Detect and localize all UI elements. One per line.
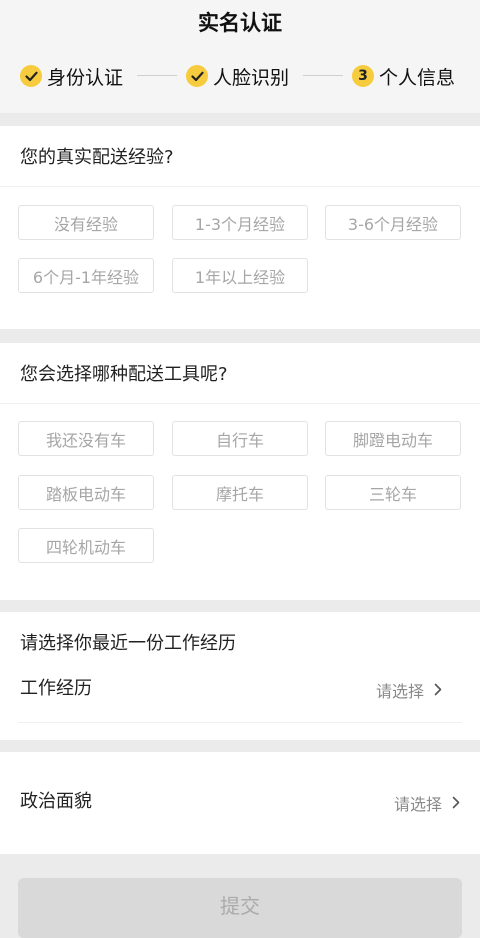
step-connector (303, 75, 343, 76)
vehicle-option[interactable]: 脚蹬电动车 (325, 421, 461, 456)
step-personal-info: 3 个人信息 (352, 60, 455, 92)
work-history-label: 工作经历 (20, 678, 92, 699)
experience-card: 您的真实配送经验? 没有经验 1-3个月经验 3-6个月经验 6个月-1年经验 … (0, 126, 480, 329)
experience-option[interactable]: 3-6个月经验 (325, 205, 461, 240)
divider (0, 186, 480, 187)
chevron-right-icon (434, 681, 442, 700)
step-connector (137, 75, 177, 76)
step-identity: 身份认证 (20, 60, 123, 92)
experience-question: 您的真实配送经验? (20, 147, 174, 168)
political-status-row[interactable]: 政治面貌 请选择 (0, 777, 480, 827)
vehicle-option[interactable]: 我还没有车 (18, 421, 154, 456)
divider (0, 403, 480, 404)
political-status-select[interactable]: 请选择 (394, 791, 460, 815)
vehicle-option[interactable]: 四轮机动车 (18, 528, 154, 563)
check-icon (186, 65, 208, 87)
step-label: 人脸识别 (213, 66, 290, 89)
step-label: 身份认证 (47, 66, 124, 89)
progress-steps: 身份认证 人脸识别 3 个人信息 (0, 60, 480, 92)
political-status-value: 请选择 (393, 795, 442, 814)
experience-option[interactable]: 没有经验 (18, 205, 154, 240)
work-history-row[interactable]: 工作经历 请选择 (0, 670, 480, 720)
submit-button[interactable]: 提交 (18, 878, 462, 938)
header: 实名认证 身份认证 人脸识别 3 个人信息 (0, 0, 480, 113)
work-history-heading: 请选择你最近一份工作经历 (20, 633, 236, 654)
political-status-label: 政治面貌 (20, 791, 92, 812)
vehicle-option[interactable]: 自行车 (172, 421, 308, 456)
vehicle-card: 您会选择哪种配送工具呢? 我还没有车 自行车 脚蹬电动车 踏板电动车 摩托车 三… (0, 343, 480, 600)
vehicle-option[interactable]: 踏板电动车 (18, 475, 154, 510)
chevron-right-icon (452, 794, 460, 813)
experience-option[interactable]: 1年以上经验 (172, 258, 308, 293)
work-history-value: 请选择 (375, 682, 424, 701)
political-status-card: 政治面貌 请选择 (0, 752, 480, 854)
vehicle-option[interactable]: 三轮车 (325, 475, 461, 510)
vehicle-option[interactable]: 摩托车 (172, 475, 308, 510)
step-number-badge: 3 (352, 65, 374, 87)
step-face: 人脸识别 (186, 60, 289, 92)
work-history-card: 请选择你最近一份工作经历 工作经历 请选择 (0, 612, 480, 740)
step-label: 个人信息 (379, 66, 456, 89)
divider (18, 722, 462, 723)
vehicle-question: 您会选择哪种配送工具呢? (20, 364, 228, 385)
check-icon (20, 65, 42, 87)
page-title: 实名认证 (198, 11, 282, 35)
experience-option[interactable]: 6个月-1年经验 (18, 258, 154, 293)
work-history-select[interactable]: 请选择 (376, 678, 442, 702)
experience-option[interactable]: 1-3个月经验 (172, 205, 308, 240)
